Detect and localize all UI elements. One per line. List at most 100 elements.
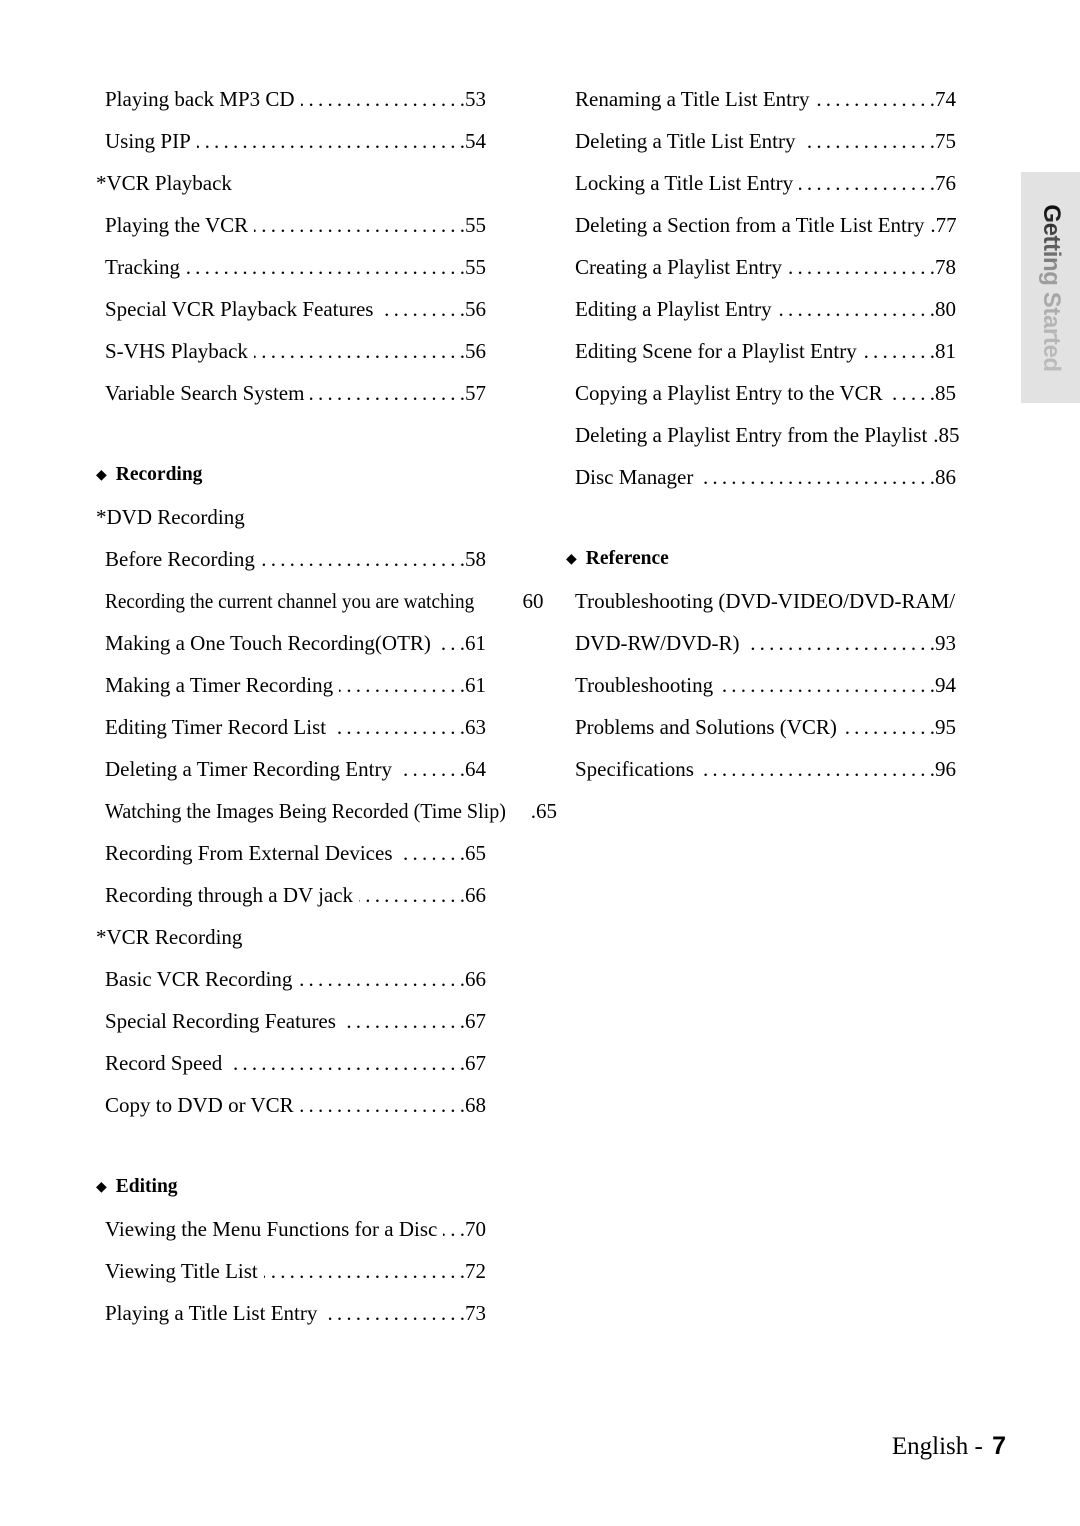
toc-entry[interactable]: Editing a Playlist Entry................… <box>575 288 956 330</box>
toc-entry-label: Problems and Solutions (VCR) <box>575 715 837 739</box>
toc-entry-label: Playing back MP3 CD <box>105 87 295 111</box>
toc-entry[interactable]: Deleting a Section from a Title List Ent… <box>575 204 957 246</box>
toc-entry-page-number: .95 <box>929 715 956 739</box>
dot-leader: ........................................… <box>299 1093 460 1117</box>
toc-entry[interactable]: Disc Manager............................… <box>575 456 956 498</box>
toc-entry-label: Deleting a Title List Entry <box>575 129 796 153</box>
dot-leader: ........................................… <box>310 381 460 405</box>
toc-entry[interactable]: Recording the current channel you are wa… <box>105 580 544 622</box>
footer-page-number: 7 <box>992 1432 1006 1460</box>
toc-entry-page-number: .65 <box>459 841 486 865</box>
dot-leader: ........................................… <box>254 213 460 237</box>
toc-entry[interactable]: Deleting a Title List Entry.............… <box>575 120 956 162</box>
diamond-bullet-icon: ◆ <box>96 1180 107 1195</box>
toc-entry[interactable]: Deleting a Playlist Entry from the Playl… <box>575 414 960 456</box>
toc-entry[interactable]: Recording From External Devices.........… <box>105 832 486 874</box>
toc-entry[interactable]: Creating a Playlist Entry...............… <box>575 246 956 288</box>
side-tab-label: Getting Started <box>1037 203 1065 372</box>
dot-leader: ........................................… <box>298 967 460 991</box>
dot-leader: ........................................… <box>889 381 930 405</box>
page-footer: English - 7 <box>0 1432 1006 1461</box>
toc-entry[interactable]: Deleting a Timer Recording Entry........… <box>105 748 486 790</box>
toc-entry-page-number: .55 <box>459 213 486 237</box>
toc-entry[interactable]: Renaming a Title List Entry.............… <box>575 78 956 120</box>
toc-entry-label: Making a One Touch Recording(OTR) <box>105 631 431 655</box>
toc-section-heading: ◆ Recording <box>96 454 486 496</box>
toc-entry[interactable]: Using PIP...............................… <box>105 120 486 162</box>
toc-entry[interactable]: S-VHS Playback..........................… <box>105 330 486 372</box>
toc-entry-page-number: .64 <box>459 757 486 781</box>
toc-entry[interactable]: Editing Timer Record List...............… <box>105 706 486 748</box>
toc-entry[interactable]: Making a One Touch Recording(OTR).......… <box>105 622 486 664</box>
toc-entry-page-number: .75 <box>929 129 956 153</box>
dot-leader: ........................................… <box>397 757 460 781</box>
toc-entry[interactable]: Specifications..........................… <box>575 748 956 790</box>
toc-entry[interactable]: Troubleshooting.........................… <box>575 664 956 706</box>
dot-leader: ........................................… <box>699 465 930 489</box>
dot-leader: ........................................… <box>443 1217 460 1241</box>
toc-entry-label: DVD-RW/DVD-R) <box>575 631 740 655</box>
dot-leader: ........................................… <box>745 631 930 655</box>
toc-entry[interactable]: Basic VCR Recording.....................… <box>105 958 486 1000</box>
toc-entry-label: Locking a Title List Entry <box>575 171 794 195</box>
toc-entry-page-number: .70 <box>459 1217 486 1241</box>
toc-entry-label: Making a Timer Recording <box>105 673 334 697</box>
toc-entry-page-number: 60 <box>522 589 544 613</box>
dot-leader: ........................................… <box>788 255 930 279</box>
toc-entry[interactable]: Playing back MP3 CD.....................… <box>105 78 486 120</box>
toc-entry[interactable]: Viewing Title List......................… <box>105 1250 486 1292</box>
toc-entry[interactable]: Record Speed............................… <box>105 1042 486 1084</box>
toc-entry-page-number: .53 <box>459 87 486 111</box>
dot-leader: ........................................… <box>301 87 460 111</box>
toc-entry-page-number: .66 <box>459 883 486 907</box>
toc-section-label: Editing <box>115 1176 178 1197</box>
toc-entry-label: Special VCR Playback Features <box>105 297 374 321</box>
toc-entry-page-number: .78 <box>929 255 956 279</box>
toc-entry-page-number: .81 <box>929 339 956 363</box>
toc-entry-label: Variable Search System <box>105 381 305 405</box>
dot-leader: ........................................… <box>379 297 460 321</box>
dot-leader: ........................................… <box>339 673 460 697</box>
toc-entry[interactable]: Troubleshooting (DVD-VIDEO/DVD-RAM/.....… <box>575 580 956 622</box>
toc-entry-page-number: .65 <box>530 799 558 823</box>
dot-leader: ........................................… <box>228 1051 460 1075</box>
toc-entry[interactable]: Before Recording........................… <box>105 538 486 580</box>
toc-section-label: Reference <box>585 548 669 569</box>
diamond-bullet-icon: ◆ <box>566 552 577 567</box>
toc-entry-label: Deleting a Timer Recording Entry <box>105 757 392 781</box>
toc-entry[interactable]: Variable Search System..................… <box>105 372 486 414</box>
toc-entry-page-number: .54 <box>459 129 486 153</box>
toc-entry-label: S-VHS Playback <box>105 339 248 363</box>
toc-entry[interactable]: Watching the Images Being Recorded (Time… <box>105 790 557 832</box>
toc-entry[interactable]: Locking a Title List Entry..............… <box>575 162 956 204</box>
toc-entry-label: Editing Scene for a Playlist Entry <box>575 339 857 363</box>
toc-entry-label: Editing Timer Record List <box>105 715 327 739</box>
toc-entry[interactable]: Tracking................................… <box>105 246 486 288</box>
toc-entry-page-number: .93 <box>929 631 956 655</box>
toc-entry-label: Renaming a Title List Entry <box>575 87 810 111</box>
toc-entry[interactable]: Playing a Title List Entry..............… <box>105 1292 486 1334</box>
toc-entry[interactable]: Editing Scene for a Playlist Entry......… <box>575 330 956 372</box>
toc-entry-label: Special Recording Features <box>105 1009 336 1033</box>
toc-entry-page-number: .68 <box>459 1093 486 1117</box>
toc-entry[interactable]: DVD-RW/DVD-R)...........................… <box>575 622 956 664</box>
toc-column-right: Renaming a Title List Entry.............… <box>566 78 960 790</box>
toc-entry[interactable]: Special Recording Features..............… <box>105 1000 486 1042</box>
toc-entry-page-number: .58 <box>459 547 486 571</box>
toc-entry[interactable]: Copying a Playlist Entry to the VCR.....… <box>575 372 956 414</box>
toc-entry[interactable]: Playing the VCR.........................… <box>105 204 486 246</box>
toc-entry-page-number: .63 <box>459 715 486 739</box>
toc-entry-page-number: .77 <box>930 213 957 237</box>
side-tab-getting-started: Getting Started <box>1021 172 1080 403</box>
toc-entry[interactable]: Making a Timer Recording................… <box>105 664 486 706</box>
toc-entry[interactable]: Viewing the Menu Functions for a Disc...… <box>105 1208 486 1250</box>
toc-entry-label: Watching the Images Being Recorded (Time… <box>105 799 506 823</box>
toc-entry[interactable]: Problems and Solutions (VCR)............… <box>575 706 956 748</box>
toc-entry[interactable]: Special VCR Playback Features...........… <box>105 288 486 330</box>
toc-entry[interactable]: Copy to DVD or VCR......................… <box>105 1084 486 1126</box>
toc-entry[interactable]: Recording through a DV jack.............… <box>105 874 486 916</box>
toc-entry-label: Playing a Title List Entry <box>105 1301 318 1325</box>
toc-entry-page-number: .72 <box>459 1259 486 1283</box>
